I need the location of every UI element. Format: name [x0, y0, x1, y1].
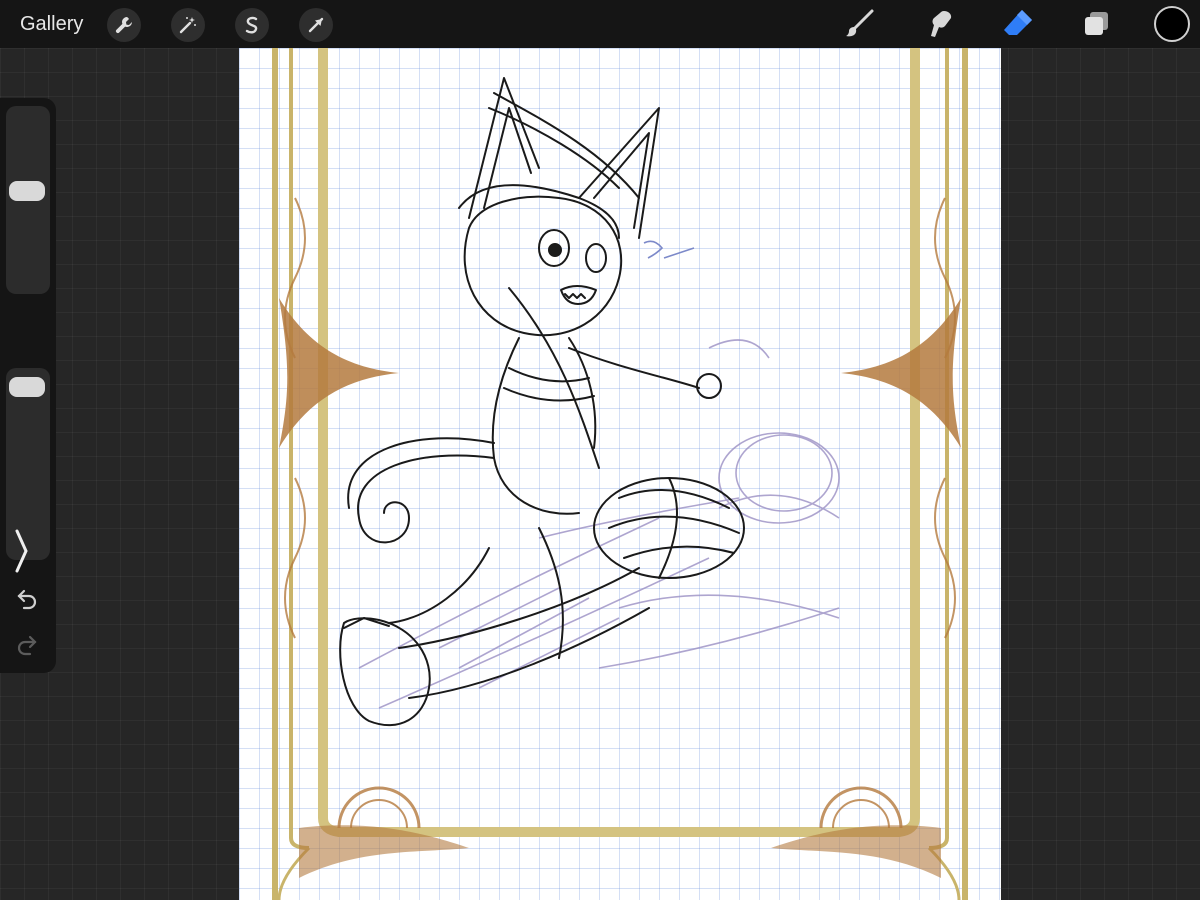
brush-size-thumb[interactable]	[9, 181, 45, 201]
color-picker-button[interactable]	[1154, 6, 1190, 42]
redo-icon[interactable]	[12, 630, 42, 660]
chevron-right-icon	[15, 529, 28, 573]
brush-icon[interactable]	[842, 6, 878, 42]
left-sidebar	[0, 98, 56, 673]
lineart-layer	[339, 77, 745, 727]
arrow-transform-icon[interactable]	[299, 8, 333, 42]
selection-icon[interactable]	[235, 8, 269, 42]
sketch-layer	[358, 339, 840, 709]
brush-size-slider[interactable]	[6, 106, 50, 294]
wrench-icon[interactable]	[107, 8, 141, 42]
opacity-thumb[interactable]	[9, 377, 45, 397]
frame-ornaments	[279, 298, 961, 878]
layers-icon[interactable]	[1078, 6, 1114, 42]
artwork	[272, 48, 968, 900]
smudge-icon[interactable]	[922, 6, 958, 42]
undo-icon[interactable]	[12, 584, 42, 614]
drawing-canvas[interactable]	[239, 48, 1001, 900]
magic-wand-icon[interactable]	[171, 8, 205, 42]
gallery-button[interactable]: Gallery	[20, 12, 83, 36]
top-toolbar: Gallery	[0, 0, 1200, 48]
eraser-icon[interactable]	[1000, 6, 1036, 42]
